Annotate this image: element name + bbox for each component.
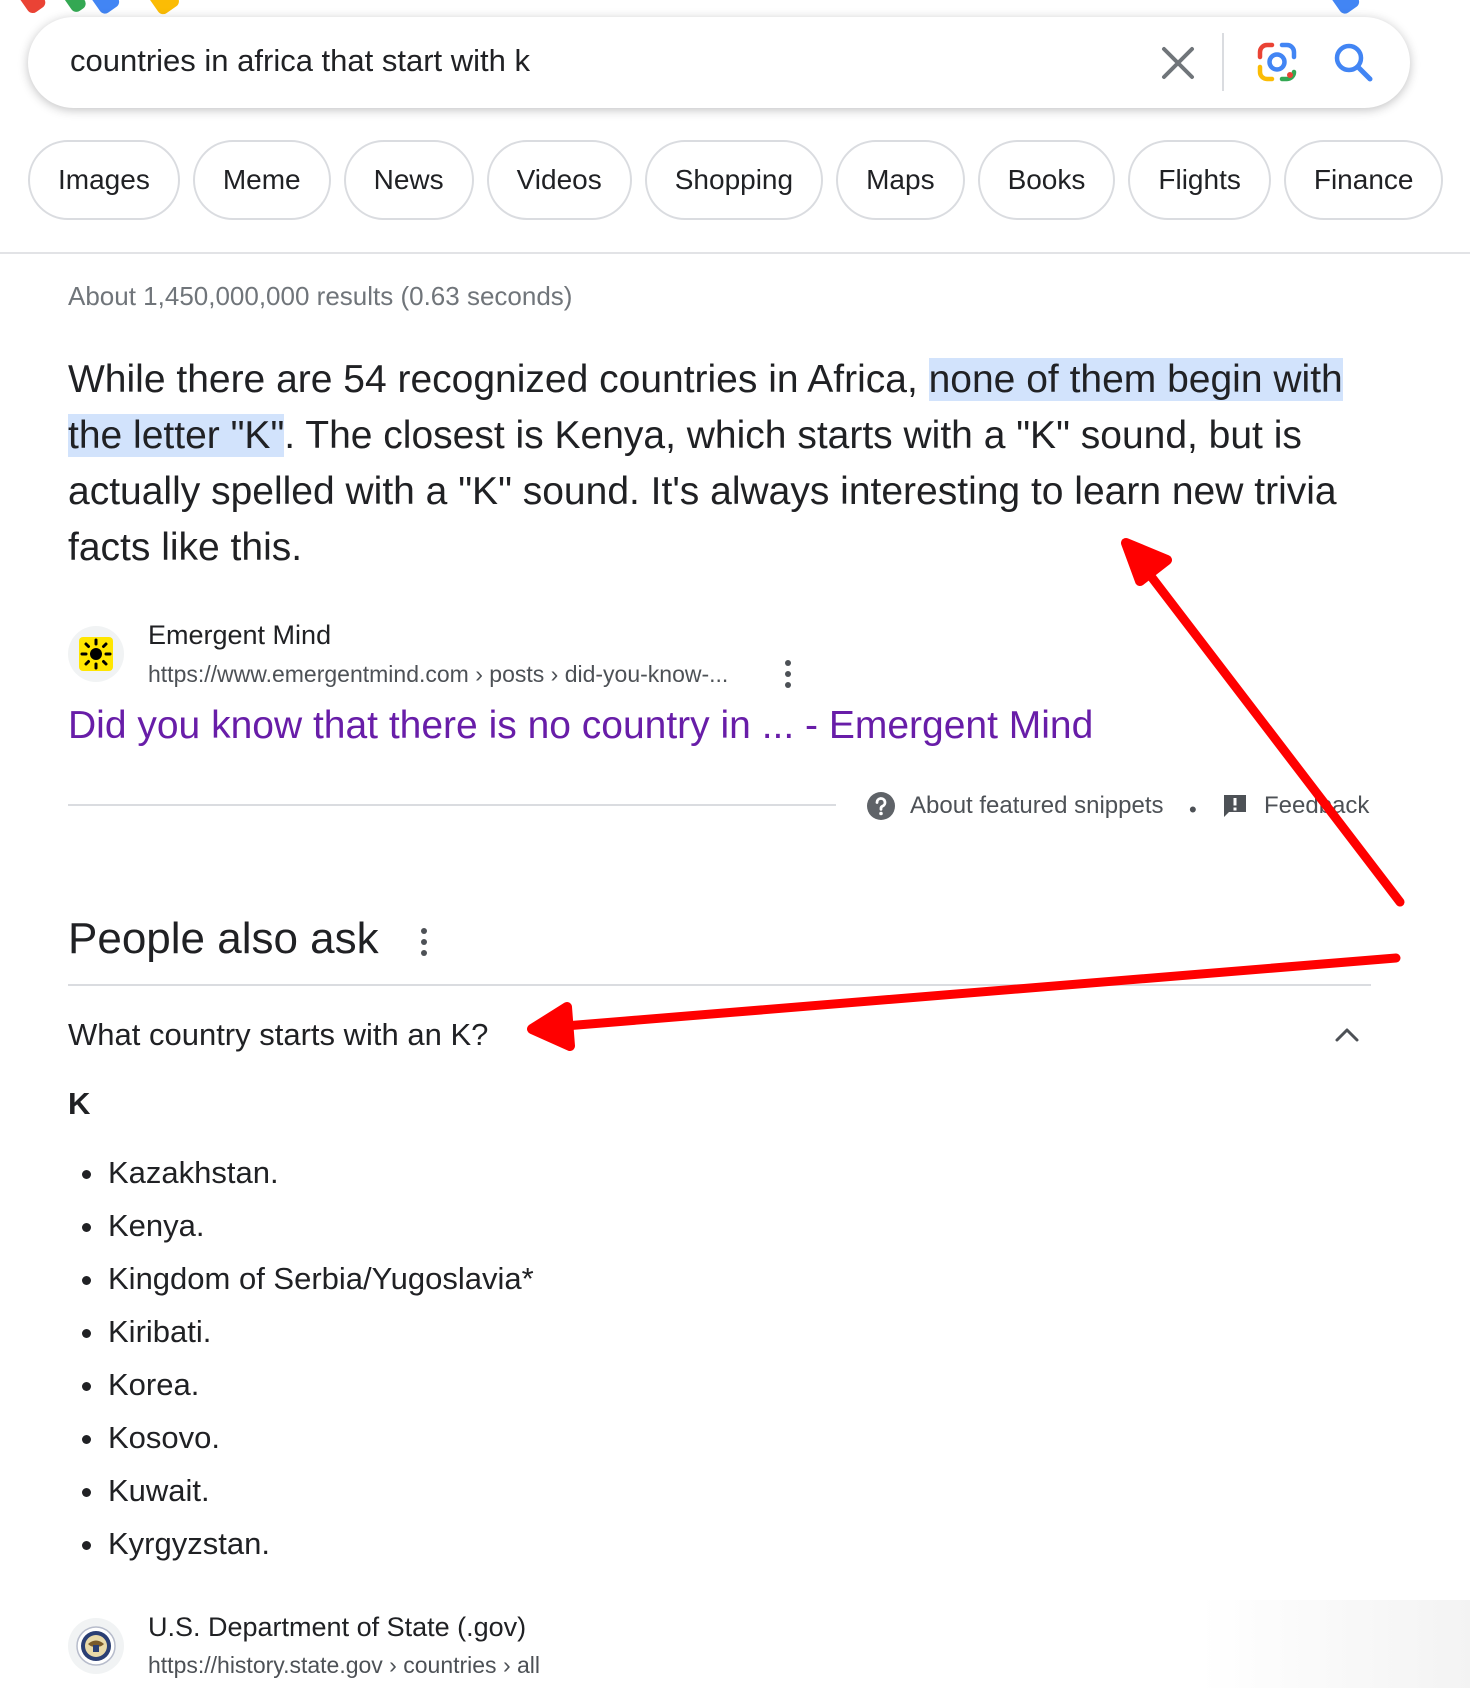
logo-fragment-blue-right bbox=[1328, 0, 1362, 16]
search-filter-chips: Images Meme News Videos Shopping Maps Books Fli… bbox=[28, 140, 1456, 220]
separator-dot: • bbox=[1189, 797, 1197, 822]
answer-list-item: Kyrgyzstan. bbox=[68, 1517, 534, 1570]
header-divider bbox=[0, 252, 1470, 254]
people-also-ask-title: People also ask bbox=[68, 914, 379, 963]
answer-list-item: Kuwait. bbox=[68, 1464, 534, 1517]
source-url[interactable]: https://www.emergentmind.com › posts › d… bbox=[148, 661, 728, 688]
feedback-link[interactable]: Feedback bbox=[1222, 788, 1369, 824]
annotation-arrow-to-question bbox=[527, 953, 1401, 1051]
logo-fragment-green bbox=[59, 0, 89, 15]
source-name[interactable]: U.S. Department of State (.gov) bbox=[148, 1612, 526, 1643]
snippet-divider bbox=[68, 804, 836, 806]
people-also-ask-divider bbox=[68, 984, 1371, 986]
logo-fragment-red bbox=[16, 0, 48, 16]
more-vert-icon bbox=[785, 660, 791, 688]
clear-search-button[interactable] bbox=[1156, 41, 1200, 85]
sun-icon bbox=[79, 637, 113, 671]
about-featured-snippets-link[interactable]: About featured snippets bbox=[866, 788, 1164, 824]
help-circle-icon bbox=[867, 792, 895, 820]
close-icon bbox=[1162, 47, 1194, 79]
result-more-button[interactable] bbox=[778, 658, 798, 690]
chip-flights[interactable]: Flights bbox=[1128, 140, 1271, 220]
people-also-ask-more-button[interactable] bbox=[414, 926, 434, 958]
answer-list: Kazakhstan. Kenya. Kingdom of Serbia/Yug… bbox=[68, 1146, 534, 1570]
feedback-label: Feedback bbox=[1264, 792, 1370, 819]
chevron-up-icon bbox=[1335, 1028, 1359, 1042]
search-input[interactable]: countries in africa that start with k bbox=[70, 43, 530, 79]
source-url[interactable]: https://history.state.gov › countries › … bbox=[148, 1652, 540, 1679]
seal-icon bbox=[76, 1626, 116, 1666]
chip-videos[interactable]: Videos bbox=[486, 140, 632, 220]
chip-finance[interactable]: Finance bbox=[1283, 140, 1444, 220]
people-also-ask-question[interactable]: What country starts with an K? bbox=[68, 1017, 488, 1053]
chip-images[interactable]: Images bbox=[28, 140, 180, 220]
search-button[interactable] bbox=[1330, 39, 1376, 85]
chip-news[interactable]: News bbox=[343, 140, 474, 220]
search-box[interactable]: countries in africa that start with k bbox=[28, 17, 1410, 108]
answer-heading: K bbox=[68, 1086, 91, 1121]
answer-list-item: Kazakhstan. bbox=[68, 1146, 534, 1199]
search-divider bbox=[1222, 33, 1224, 91]
answer-list-item: Kiribati. bbox=[68, 1305, 534, 1358]
source-favicon[interactable] bbox=[68, 626, 124, 682]
about-featured-snippets-label: About featured snippets bbox=[910, 792, 1164, 819]
collapse-question-button[interactable] bbox=[1330, 1018, 1364, 1052]
chip-meme[interactable]: Meme bbox=[192, 140, 331, 220]
logo-fragment-yellow bbox=[146, 0, 182, 17]
chip-maps[interactable]: Maps bbox=[836, 140, 965, 220]
answer-list-item: Kosovo. bbox=[68, 1411, 534, 1464]
answer-list-item: Kenya. bbox=[68, 1199, 534, 1252]
featured-snippet-text: While there are 54 recognized countries … bbox=[68, 352, 1348, 576]
search-icon bbox=[1334, 43, 1373, 82]
chip-books[interactable]: Books bbox=[977, 140, 1116, 220]
google-lens-icon bbox=[1257, 42, 1297, 82]
result-stats: About 1,450,000,000 results (0.63 second… bbox=[68, 281, 573, 311]
chip-shopping[interactable]: Shopping bbox=[644, 140, 824, 220]
more-vert-icon bbox=[421, 928, 427, 956]
result-title-link[interactable]: Did you know that there is no country in… bbox=[68, 704, 1093, 748]
bottom-fade bbox=[1200, 1600, 1470, 1688]
lens-button[interactable] bbox=[1254, 39, 1300, 85]
source-name[interactable]: Emergent Mind bbox=[148, 620, 331, 651]
state-department-favicon[interactable] bbox=[68, 1618, 124, 1674]
snippet-text-before: While there are 54 recognized countries … bbox=[68, 358, 929, 401]
logo-fragment-blue bbox=[88, 0, 122, 16]
answer-list-item: Korea. bbox=[68, 1358, 534, 1411]
answer-list-item: Kingdom of Serbia/Yugoslavia* bbox=[68, 1252, 534, 1305]
annotation-arrow-to-snippet bbox=[1121, 538, 1405, 907]
feedback-icon bbox=[1224, 795, 1246, 817]
